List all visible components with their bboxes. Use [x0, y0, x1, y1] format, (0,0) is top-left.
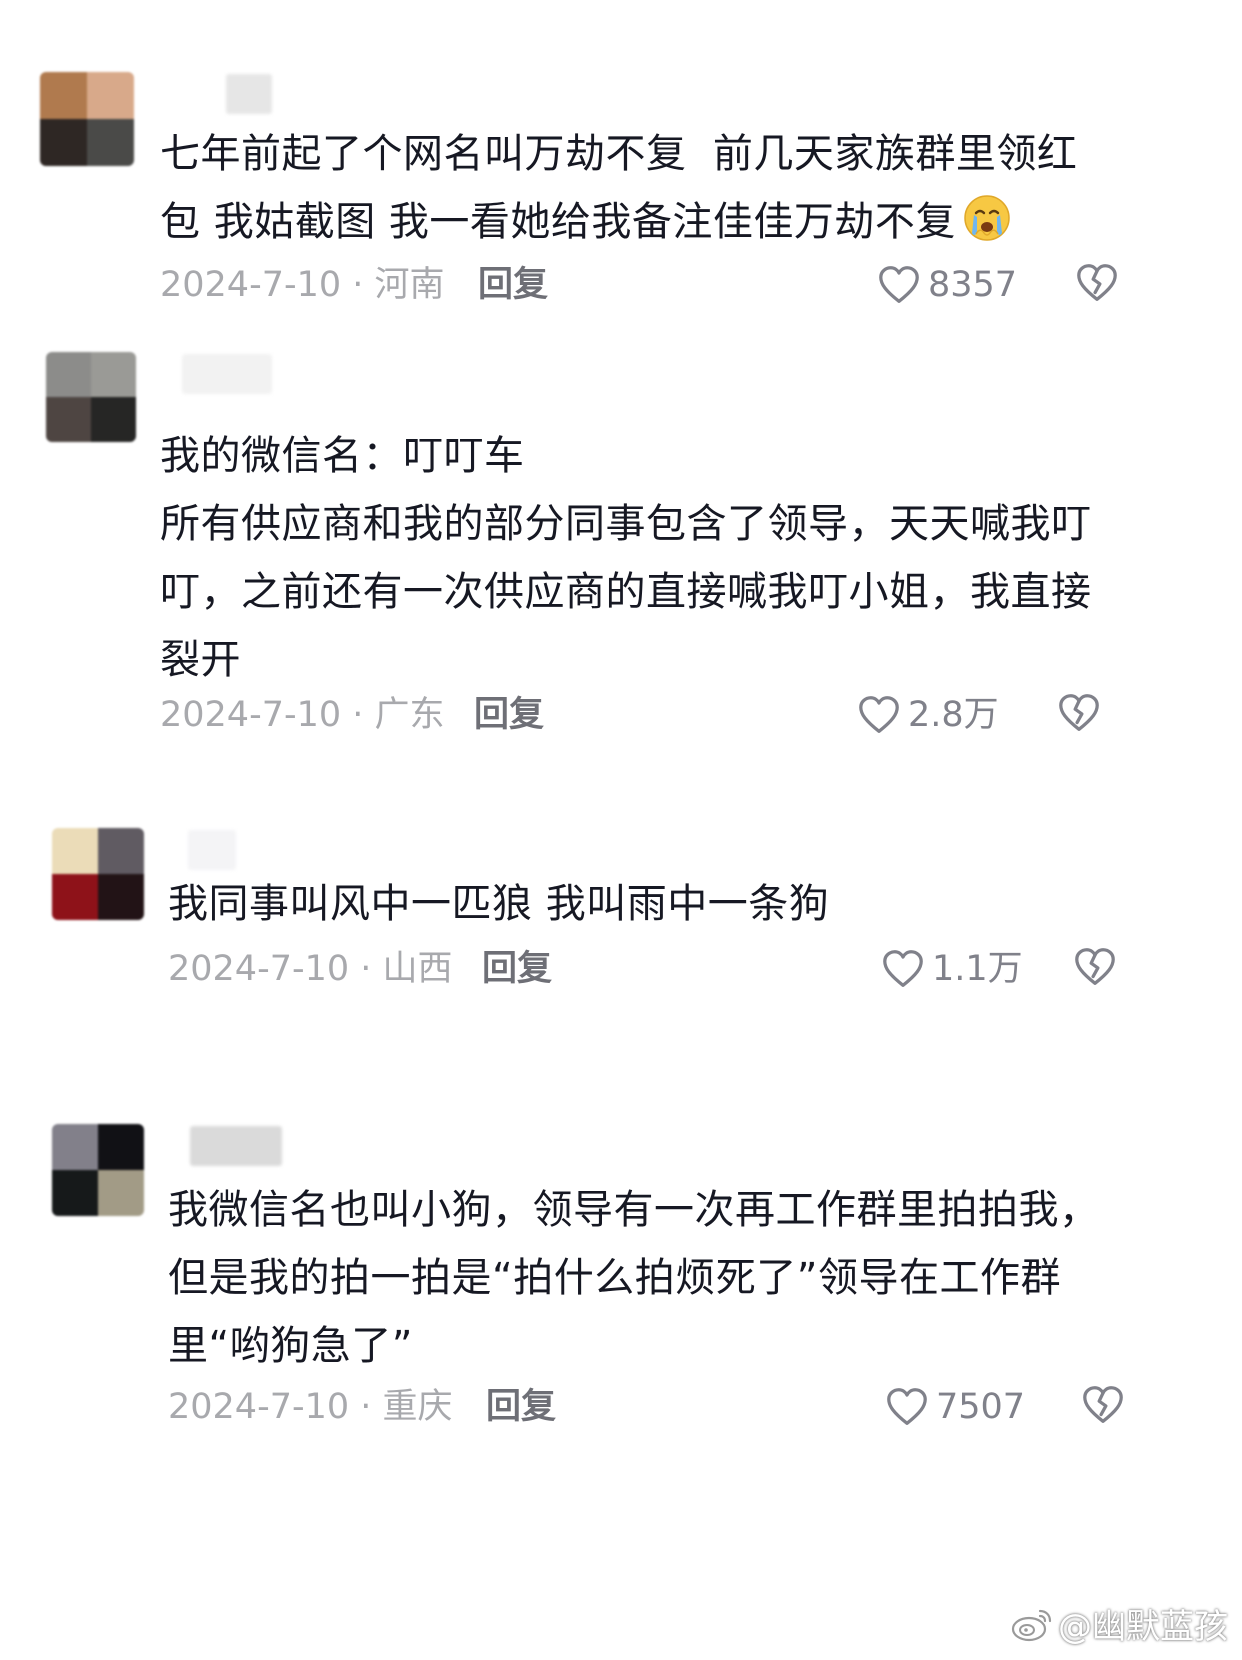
dislike-broken-heart-icon[interactable] [1080, 1382, 1126, 1428]
like-button[interactable]: 7507 [884, 1382, 1025, 1432]
like-count: 1.1万 [932, 949, 1023, 989]
dislike-broken-heart-icon[interactable] [1072, 944, 1118, 990]
avatar[interactable] [52, 828, 144, 920]
comment-meta: 2024-7-10 · 广东 回复 2.8万 [160, 690, 1160, 740]
like-button[interactable]: 2.8万 [856, 690, 999, 740]
like-count: 2.8万 [908, 695, 999, 735]
reply-button[interactable]: 回复 [474, 690, 544, 740]
heart-icon [883, 950, 923, 987]
comment-text: 我同事叫风中一匹狼 我叫雨中一条狗 [168, 881, 830, 927]
username-redacted[interactable] [182, 354, 272, 394]
avatar[interactable] [40, 72, 134, 166]
comment-meta: 2024-7-10 · 河南 回复 8357 [160, 260, 1160, 310]
like-count: 8357 [928, 265, 1018, 305]
username-redacted[interactable] [188, 830, 236, 870]
like-button[interactable]: 1.1万 [880, 944, 1023, 994]
comment-date-location: 2024-7-10 · 广东 [160, 695, 445, 735]
dislike-broken-heart-icon[interactable] [1074, 260, 1120, 306]
crying-face-emoji [964, 195, 1010, 241]
comment-date-location: 2024-7-10 · 重庆 [168, 1387, 453, 1427]
like-count: 7507 [936, 1387, 1026, 1427]
watermark-text: @幽默蓝孩 [1058, 1607, 1228, 1647]
weibo-icon [1011, 1609, 1052, 1641]
avatar[interactable] [52, 1124, 144, 1216]
heart-icon [859, 696, 899, 733]
watermark: @幽默蓝孩 [1010, 1599, 1228, 1648]
username-redacted[interactable] [226, 74, 272, 114]
comment-text: 七年前起了个网名叫万劫不复 前几天家族群里领红包 我姑截图 我一看她给我备注佳佳… [160, 131, 1078, 245]
like-button[interactable]: 8357 [876, 260, 1017, 310]
comment-text: 我微信名也叫小狗，领导有一次再工作群里拍拍我，但是我的拍一拍是“拍什么拍烦死了”… [168, 1187, 1100, 1369]
avatar[interactable] [46, 352, 136, 442]
heart-icon [887, 1388, 927, 1425]
reply-button[interactable]: 回复 [482, 944, 552, 994]
comment-text: 我的微信名：叮叮车 所有供应商和我的部分同事包含了领导，天天喊我叮叮，之前还有一… [160, 433, 1092, 683]
username-redacted[interactable] [190, 1126, 282, 1166]
dislike-broken-heart-icon[interactable] [1056, 690, 1102, 736]
comment-date-location: 2024-7-10 · 河南 [160, 265, 445, 305]
comment-date-location: 2024-7-10 · 山西 [168, 949, 453, 989]
reply-button[interactable]: 回复 [478, 260, 548, 310]
heart-icon [879, 266, 919, 303]
reply-button[interactable]: 回复 [486, 1382, 556, 1432]
comment-meta: 2024-7-10 · 重庆 回复 7507 [168, 1382, 1168, 1432]
comment-meta: 2024-7-10 · 山西 回复 1.1万 [168, 944, 1168, 994]
